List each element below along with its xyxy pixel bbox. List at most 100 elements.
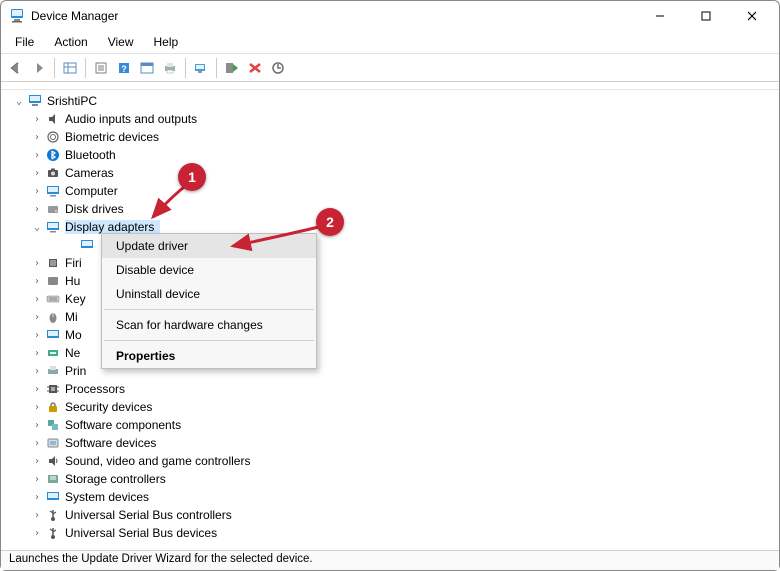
enable-device-button[interactable] xyxy=(221,57,243,79)
expand-icon[interactable]: › xyxy=(29,438,45,449)
tree-item-label: Firi xyxy=(65,256,88,270)
expand-icon[interactable]: › xyxy=(29,528,45,539)
collapse-icon[interactable]: ⌄ xyxy=(11,96,27,107)
expand-icon[interactable]: › xyxy=(29,330,45,341)
tree-item-label: Ne xyxy=(65,346,86,360)
tree-item[interactable]: › Universal Serial Bus controllers xyxy=(5,506,779,524)
expand-icon[interactable]: › xyxy=(29,150,45,161)
show-hidden-button[interactable] xyxy=(59,57,81,79)
toolbar-separator xyxy=(54,58,55,78)
tree-item[interactable]: ›Processors xyxy=(5,380,779,398)
expand-icon[interactable]: › xyxy=(29,294,45,305)
expand-icon[interactable]: › xyxy=(29,510,45,521)
expand-icon[interactable]: › xyxy=(29,492,45,503)
menu-bar: File Action View Help xyxy=(1,31,779,54)
annotation-bubble-1: 1 xyxy=(178,163,206,191)
toolbar-separator xyxy=(216,58,217,78)
uninstall-device-button[interactable] xyxy=(244,57,266,79)
status-text: Launches the Update Driver Wizard for th… xyxy=(9,553,313,565)
tree-item-label: Software devices xyxy=(65,436,162,450)
tree-item-label: Bluetooth xyxy=(65,148,122,162)
update-driver-button[interactable] xyxy=(267,57,289,79)
tree-root-label: SrishtiPC xyxy=(47,94,103,108)
computer-icon xyxy=(45,183,61,199)
tree-item[interactable]: ›Storage controllers xyxy=(5,470,779,488)
tree-item-label: Biometric devices xyxy=(65,130,165,144)
menu-view[interactable]: View xyxy=(100,33,142,51)
firmware-icon xyxy=(45,255,61,271)
maximize-button[interactable] xyxy=(683,1,729,31)
tree-item-label: Sound, video and game controllers xyxy=(65,454,256,468)
help-button[interactable]: ? xyxy=(113,57,135,79)
expand-icon[interactable]: › xyxy=(29,276,45,287)
app-icon xyxy=(9,8,25,24)
printer-icon xyxy=(45,363,61,379)
expand-icon[interactable]: › xyxy=(29,474,45,485)
close-button[interactable] xyxy=(729,1,775,31)
disk-icon xyxy=(45,201,61,217)
status-bar: Launches the Update Driver Wizard for th… xyxy=(1,550,779,570)
tree-item[interactable]: ›Security devices xyxy=(5,398,779,416)
hid-icon xyxy=(45,273,61,289)
menu-help[interactable]: Help xyxy=(146,33,187,51)
tree-item[interactable]: › Software components xyxy=(5,416,779,434)
expand-icon[interactable]: › xyxy=(29,384,45,395)
computer-icon xyxy=(27,93,43,109)
expand-icon[interactable]: › xyxy=(29,420,45,431)
minimize-button[interactable] xyxy=(637,1,683,31)
tree-item[interactable]: › Computer xyxy=(5,182,779,200)
tree-item-label: Software components xyxy=(65,418,187,432)
menu-file[interactable]: File xyxy=(7,33,42,51)
ctx-disable-device[interactable]: Disable device xyxy=(102,258,316,282)
expand-icon[interactable]: › xyxy=(29,348,45,359)
print-button[interactable] xyxy=(159,57,181,79)
expand-icon[interactable]: › xyxy=(29,204,45,215)
tree-item-label: Computer xyxy=(65,184,124,198)
tree-item[interactable]: › Universal Serial Bus devices xyxy=(5,524,779,542)
tree-item-label: Universal Serial Bus devices xyxy=(65,526,223,540)
expand-icon[interactable]: › xyxy=(29,366,45,377)
collapse-icon[interactable]: ⌄ xyxy=(29,222,45,233)
tree-item-label: Cameras xyxy=(65,166,120,180)
ctx-scan-hardware[interactable]: Scan for hardware changes xyxy=(102,313,316,337)
biometric-icon xyxy=(45,129,61,145)
expand-icon[interactable]: › xyxy=(29,132,45,143)
back-button[interactable] xyxy=(5,57,27,79)
title-bar: Device Manager xyxy=(1,1,779,31)
ctx-divider xyxy=(104,309,314,310)
usb-icon xyxy=(45,525,61,541)
expand-icon[interactable]: › xyxy=(29,186,45,197)
scan-hardware-button[interactable] xyxy=(190,57,212,79)
tree-root[interactable]: ⌄ SrishtiPC xyxy=(5,92,779,110)
svg-text:?: ? xyxy=(121,64,127,74)
properties-button[interactable] xyxy=(90,57,112,79)
forward-button[interactable] xyxy=(28,57,50,79)
expand-icon[interactable]: › xyxy=(29,168,45,179)
tree-item[interactable]: › Biometric devices xyxy=(5,128,779,146)
tree-item-label: Display adapters xyxy=(65,220,160,234)
tree-item[interactable]: › Software devices xyxy=(5,434,779,452)
expand-icon[interactable]: › xyxy=(29,456,45,467)
expand-icon[interactable]: › xyxy=(29,402,45,413)
display-adapter-icon xyxy=(79,237,95,253)
tree-item[interactable]: › Sound, video and game controllers xyxy=(5,452,779,470)
tree-item[interactable]: ›System devices xyxy=(5,488,779,506)
expand-icon[interactable]: › xyxy=(29,114,45,125)
tree-item[interactable]: › Audio inputs and outputs xyxy=(5,110,779,128)
ctx-uninstall-device[interactable]: Uninstall device xyxy=(102,282,316,306)
ctx-update-driver[interactable]: Update driver xyxy=(102,234,316,258)
menu-action[interactable]: Action xyxy=(46,33,95,51)
tree-item-label: Mi xyxy=(65,310,84,324)
tree-item[interactable]: › Cameras xyxy=(5,164,779,182)
tree-item-label: Universal Serial Bus controllers xyxy=(65,508,238,522)
software-components-icon xyxy=(45,417,61,433)
expand-icon[interactable]: › xyxy=(29,258,45,269)
ctx-properties[interactable]: Properties xyxy=(102,344,316,368)
tree-item-label: Audio inputs and outputs xyxy=(65,112,203,126)
display-icon xyxy=(45,219,61,235)
expand-icon[interactable]: › xyxy=(29,312,45,323)
usb-icon xyxy=(45,507,61,523)
tree-item[interactable]: ›Disk drives xyxy=(5,200,779,218)
view-button[interactable] xyxy=(136,57,158,79)
tree-item[interactable]: › Bluetooth xyxy=(5,146,779,164)
